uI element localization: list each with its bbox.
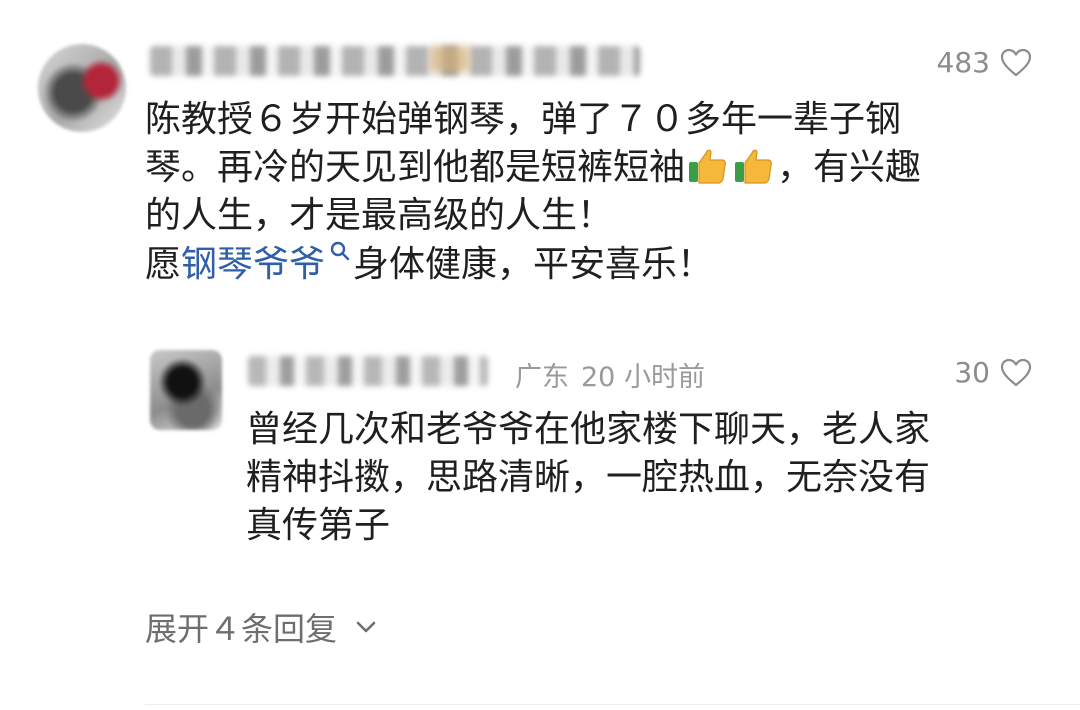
- thumbs-up-emoji-icon: [735, 149, 772, 184]
- comment-text-segment: 身体健康，平安喜乐！: [353, 244, 714, 285]
- comment-text-segment: 琴。再冷的天见到他都是短裤短袖: [145, 147, 686, 188]
- reply-body: 曾经几次和老爷爷在他家楼下聊天，老人家 精神抖擞，思路清晰，一腔热血，无奈没有 …: [246, 406, 930, 550]
- comment-thread: 483 陈教授６岁开始弹钢琴，弹了７０多年一辈子钢 琴。再冷的天见到他都是短裤短…: [0, 0, 1080, 710]
- reply-avatar[interactable]: [150, 350, 222, 430]
- topic-link-label[interactable]: 钢琴爷爷: [181, 244, 325, 285]
- search-icon[interactable]: [329, 240, 351, 262]
- reply-meta: 广东 20 小时前: [515, 355, 705, 394]
- heart-outline-icon: [1000, 358, 1032, 386]
- comment-line: 的人生，才是最高级的人生！: [145, 195, 614, 236]
- divider: [145, 704, 1080, 705]
- expand-replies-button[interactable]: 展开４条回复: [145, 604, 377, 650]
- like-button[interactable]: 483: [937, 46, 1032, 79]
- heart-outline-icon: [1000, 48, 1032, 76]
- reply-region: 广东: [515, 362, 569, 393]
- reply-like-count: 30: [954, 356, 990, 389]
- comment-line: 愿钢琴爷爷 身体健康，平安喜乐！: [145, 240, 921, 289]
- username-badge-blurred: [430, 46, 470, 72]
- chevron-down-icon[interactable]: [355, 620, 377, 634]
- reply-line: 曾经几次和老爷爷在他家楼下聊天，老人家: [246, 409, 931, 450]
- comment-text-segment: ，有兴趣: [777, 147, 922, 188]
- reply-username-blurred[interactable]: [248, 356, 488, 386]
- reply-line: 真传第子: [246, 505, 391, 546]
- comment-text-segment: 愿: [145, 244, 182, 285]
- expand-replies-label[interactable]: 展开４条回复: [145, 604, 337, 650]
- like-count: 483: [936, 46, 990, 79]
- thumbs-up-emoji-icon: [689, 149, 726, 184]
- reply-line: 精神抖擞，思路清晰，一腔热血，无奈没有: [246, 457, 931, 498]
- comment-body: 陈教授６岁开始弹钢琴，弹了７０多年一辈子钢 琴。再冷的天见到他都是短裤短袖 ，有…: [145, 96, 921, 289]
- comment-line: 陈教授６岁开始弹钢琴，弹了７０多年一辈子钢: [145, 99, 902, 140]
- username-blurred[interactable]: [150, 46, 640, 76]
- reply-time: 20 小时前: [581, 362, 705, 393]
- reply-like-button[interactable]: 30: [954, 356, 1032, 389]
- comment-line: 琴。再冷的天见到他都是短裤短袖 ，有兴趣: [145, 144, 921, 192]
- topic-link[interactable]: 钢琴爷爷: [181, 241, 353, 285]
- avatar[interactable]: [38, 44, 126, 132]
